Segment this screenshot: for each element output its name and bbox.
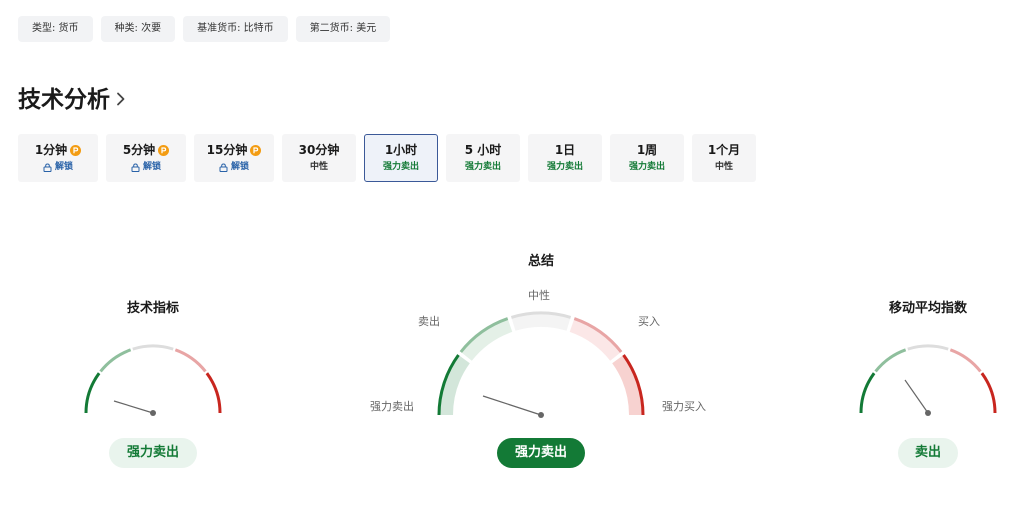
timeframe-tabs: 1分钟 解锁 5分钟 解锁 15分钟 解锁 30分钟 中性 1小时 强力卖出 5… <box>18 134 756 182</box>
pro-badge-icon <box>158 145 170 156</box>
summary-title: 总结 <box>527 254 554 269</box>
gauge-needle-pivot <box>538 412 544 418</box>
tab-status: 中性 <box>309 162 328 172</box>
tab-label: 15分钟 <box>206 143 248 157</box>
moving-averages-result: 卖出 <box>898 438 958 468</box>
moving-averages-title: 移动平均指数 <box>888 301 967 316</box>
tab-30min[interactable]: 30分钟 中性 <box>282 134 356 182</box>
tab-status: 解锁 <box>54 162 73 172</box>
tab-1min[interactable]: 1分钟 解锁 <box>18 134 98 182</box>
moving-averages-gauge <box>859 344 997 416</box>
tab-status: 强力卖出 <box>546 162 583 172</box>
tab-label: 1个月 <box>707 143 741 157</box>
pro-badge-icon <box>70 145 82 156</box>
tag-base-currency: 基准货币: 比特币 <box>183 16 288 42</box>
lock-icon <box>43 163 52 172</box>
tab-status: 强力卖出 <box>382 162 419 172</box>
tab-1hour[interactable]: 1小时 强力卖出 <box>364 134 438 182</box>
gauge-needle <box>482 395 542 416</box>
tab-5min[interactable]: 5分钟 解锁 <box>106 134 186 182</box>
lock-icon <box>131 163 140 172</box>
tab-status: 解锁 <box>230 162 249 172</box>
gauge-needle-pivot <box>925 410 931 416</box>
tab-label: 5分钟 <box>122 143 156 157</box>
gauge-needle <box>904 379 929 414</box>
tab-status: 强力卖出 <box>464 162 501 172</box>
tab-status: 强力卖出 <box>628 162 665 172</box>
tab-status: 中性 <box>714 162 733 172</box>
tag-type: 类型: 货币 <box>18 16 93 42</box>
summary-result: 强力卖出 <box>497 438 585 468</box>
summary-label-strong-buy: 强力买入 <box>662 400 706 413</box>
gauge-needle <box>113 400 154 414</box>
tab-1month[interactable]: 1个月 中性 <box>692 134 756 182</box>
gauge-needle-pivot <box>150 410 156 416</box>
tab-label: 1小时 <box>384 143 418 157</box>
tab-label: 1日 <box>554 143 576 157</box>
summary-label-neutral: 中性 <box>528 289 550 302</box>
lock-icon <box>219 163 228 172</box>
section-title: 技术分析 <box>18 87 110 113</box>
tab-15min[interactable]: 15分钟 解锁 <box>194 134 274 182</box>
tag-second-currency: 第二货币: 美元 <box>295 16 391 42</box>
tab-1day[interactable]: 1日 强力卖出 <box>528 134 602 182</box>
technical-analysis-link[interactable]: 技术分析 <box>18 80 126 114</box>
tab-1week[interactable]: 1周 强力卖出 <box>610 134 684 182</box>
chevron-right-icon <box>117 92 125 105</box>
summary-gauge <box>437 311 645 418</box>
technical-indicators-result: 强力卖出 <box>109 438 197 468</box>
tab-label: 5 小时 <box>464 143 502 157</box>
technical-indicators-title: 技术指标 <box>126 301 179 316</box>
tab-5hour[interactable]: 5 小时 强力卖出 <box>446 134 520 182</box>
tag-category: 种类: 次要 <box>100 16 176 42</box>
tab-label: 1分钟 <box>34 143 68 157</box>
pro-badge-icon <box>250 145 262 156</box>
instrument-tags: 类型: 货币 种类: 次要 基准货币: 比特币 第二货币: 美元 <box>18 16 391 42</box>
tab-label: 30分钟 <box>298 143 340 157</box>
tab-label: 1周 <box>636 143 658 157</box>
technical-indicators-gauge <box>84 344 222 416</box>
tab-status: 解锁 <box>142 162 161 172</box>
summary-label-strong-sell: 强力卖出 <box>370 400 414 413</box>
